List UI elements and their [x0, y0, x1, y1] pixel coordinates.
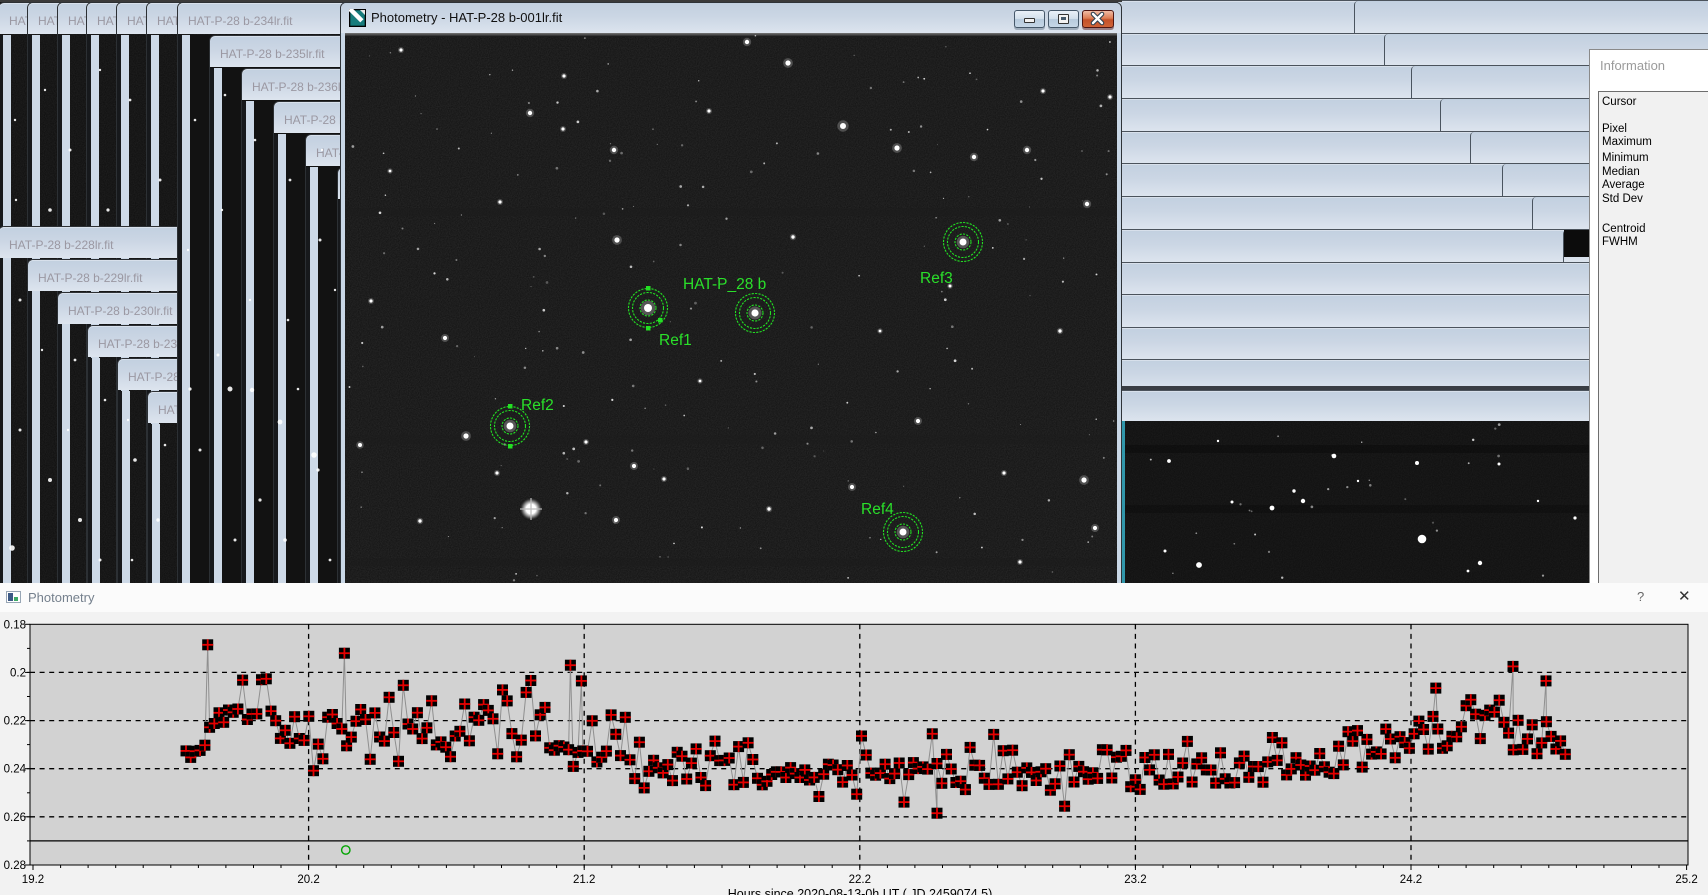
svg-text:0.28: 0.28 [4, 860, 26, 872]
svg-text:25.2: 25.2 [1675, 874, 1697, 886]
svg-text:19.2: 19.2 [22, 874, 44, 886]
svg-text:Ref4: Ref4 [861, 501, 894, 518]
svg-text:0.18: 0.18 [4, 619, 26, 631]
svg-text:0.26: 0.26 [4, 812, 26, 824]
svg-text:Ref2: Ref2 [521, 397, 554, 414]
svg-text:0.24: 0.24 [4, 764, 27, 776]
svg-text:0.2: 0.2 [10, 667, 26, 679]
svg-text:20.2: 20.2 [297, 874, 319, 886]
svg-text:21.2: 21.2 [573, 874, 595, 886]
svg-text:Ref1: Ref1 [659, 332, 692, 349]
svg-text:HAT-P_28 b: HAT-P_28 b [683, 276, 766, 293]
svg-text:23.2: 23.2 [1124, 874, 1146, 886]
svg-text:Ref3: Ref3 [920, 270, 953, 287]
svg-text:0.22: 0.22 [4, 716, 26, 728]
svg-text:22.2: 22.2 [849, 874, 871, 886]
svg-text:Hours since 2020-08-13-0h UT (: Hours since 2020-08-13-0h UT ( JD 245907… [728, 887, 993, 895]
svg-text:24.2: 24.2 [1400, 874, 1422, 886]
